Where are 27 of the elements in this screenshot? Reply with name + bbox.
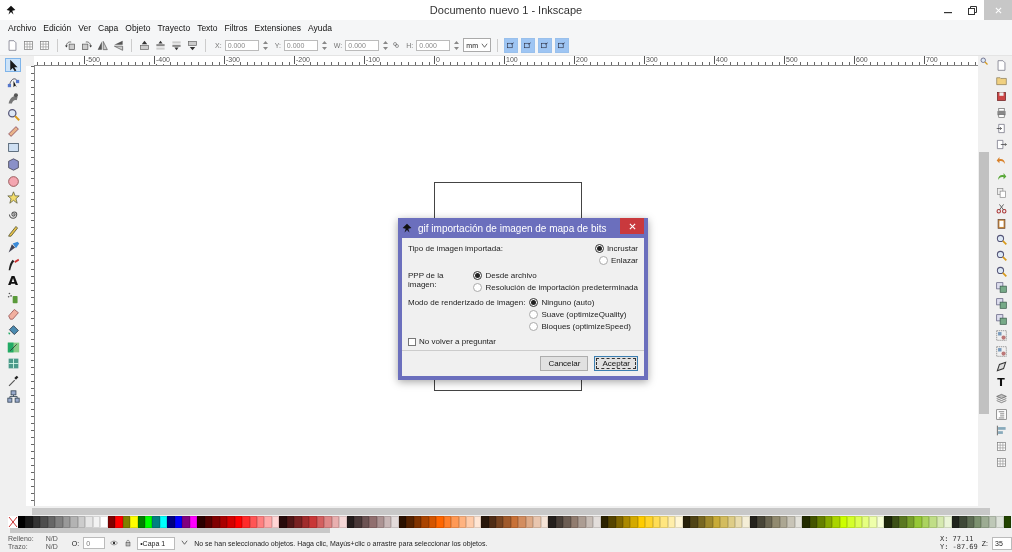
option-label: PPP de la imagen: bbox=[408, 271, 445, 291]
radio-option[interactable]: Incrustar bbox=[594, 244, 638, 253]
checkbox-option[interactable]: No volver a preguntar bbox=[408, 337, 496, 346]
radio-option[interactable]: Resolución de importación predeterminada bbox=[473, 283, 638, 292]
radio-option[interactable]: Suave (optimizeQuality) bbox=[529, 310, 638, 319]
dialog-button[interactable]: Aceptar bbox=[594, 356, 638, 371]
radio-option[interactable]: Bloques (optimizeSpeed) bbox=[529, 322, 638, 331]
radio-option[interactable]: Desde archivo bbox=[473, 271, 638, 280]
menu-item[interactable]: Archivo bbox=[8, 22, 37, 33]
radio-option[interactable]: Ninguno (auto) bbox=[529, 298, 638, 307]
radio-option[interactable]: Enlazar bbox=[598, 256, 638, 265]
tool-button[interactable]: A bbox=[5, 273, 21, 288]
menu-item[interactable]: Texto bbox=[197, 22, 218, 33]
menu-item[interactable]: Extensiones bbox=[254, 22, 301, 33]
menu-item[interactable]: Ver bbox=[78, 22, 91, 33]
option-label: Modo de renderizado de imagen: bbox=[408, 298, 526, 309]
dialog-button[interactable]: Cancelar bbox=[540, 356, 589, 371]
menu-item[interactable]: Objeto bbox=[125, 22, 151, 33]
menu-item[interactable]: Edición bbox=[43, 22, 72, 33]
option-label: Tipo de imagen importada: bbox=[408, 244, 503, 255]
menu-item[interactable]: Filtros bbox=[224, 22, 248, 33]
menu-item[interactable]: Ayuda bbox=[307, 22, 332, 33]
window-title: Documento nuevo 1 - Inkscape bbox=[429, 4, 583, 16]
menu-item[interactable]: Capa bbox=[98, 22, 119, 33]
command-button[interactable]: T bbox=[995, 376, 1007, 389]
menu-item[interactable]: Trayecto bbox=[157, 22, 191, 33]
dialog-title: gif importación de imagen de mapa de bits bbox=[418, 222, 607, 234]
